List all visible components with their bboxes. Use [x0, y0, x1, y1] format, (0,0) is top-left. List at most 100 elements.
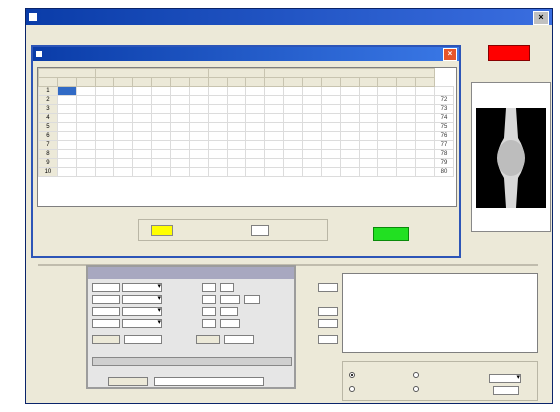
table-cell[interactable] — [113, 167, 134, 177]
table-cell[interactable] — [113, 140, 134, 150]
options-input[interactable] — [251, 225, 269, 236]
column-header[interactable] — [415, 77, 436, 87]
table-cell[interactable] — [320, 95, 341, 105]
table-cell[interactable] — [132, 131, 153, 141]
table-cell[interactable] — [207, 122, 228, 132]
table-cell[interactable] — [320, 131, 341, 141]
table-cell-code[interactable]: 75 — [434, 122, 454, 132]
table-cell-code[interactable]: 77 — [434, 140, 454, 150]
table-cell[interactable] — [302, 167, 322, 177]
table-cell[interactable] — [264, 149, 285, 159]
column-header[interactable] — [207, 77, 228, 87]
table-cell[interactable] — [264, 140, 285, 150]
table-cell[interactable] — [132, 95, 153, 105]
table-cell[interactable] — [151, 86, 172, 96]
table-cell[interactable] — [320, 86, 341, 96]
column-header[interactable] — [339, 77, 360, 87]
status-tag-yellow[interactable] — [151, 225, 173, 236]
column-header[interactable] — [396, 77, 417, 87]
table-cell[interactable] — [188, 86, 209, 96]
table-cell[interactable] — [226, 131, 247, 141]
column-header[interactable] — [302, 77, 322, 87]
table-cell[interactable] — [207, 104, 228, 114]
table-cell[interactable] — [396, 104, 417, 114]
table-cell[interactable] — [320, 104, 341, 114]
table-cell[interactable] — [264, 122, 285, 132]
table-cell[interactable] — [188, 122, 209, 132]
radio-option-4[interactable] — [413, 386, 421, 392]
table-cell[interactable] — [415, 131, 436, 141]
table-cell[interactable] — [396, 113, 417, 123]
table-cell[interactable] — [302, 140, 322, 150]
table-cell[interactable] — [415, 158, 436, 168]
notes-textarea[interactable] — [342, 273, 538, 353]
table-cell-code[interactable] — [434, 86, 454, 96]
table-cell[interactable] — [377, 149, 398, 159]
table-cell[interactable] — [245, 140, 266, 150]
table-cell[interactable] — [377, 158, 398, 168]
table-row[interactable]: 9 79 — [38, 158, 454, 168]
table-cell[interactable] — [113, 122, 134, 132]
form-button[interactable] — [92, 335, 120, 344]
table-cell[interactable] — [320, 113, 341, 123]
table-cell-code[interactable]: 80 — [434, 167, 454, 177]
table-cell-code[interactable]: 72 — [434, 95, 454, 105]
table-cell[interactable] — [264, 158, 285, 168]
table-cell[interactable] — [396, 122, 417, 132]
table-cell[interactable] — [207, 158, 228, 168]
table-cell[interactable] — [415, 95, 436, 105]
table-cell[interactable] — [132, 113, 153, 123]
table-cell[interactable] — [396, 140, 417, 150]
table-cell[interactable] — [75, 104, 96, 114]
table-row[interactable]: 5 75 — [38, 122, 454, 132]
table-cell[interactable] — [226, 113, 247, 123]
column-header[interactable] — [75, 77, 96, 87]
table-cell[interactable] — [226, 122, 247, 132]
table-cell[interactable] — [188, 158, 209, 168]
table-cell[interactable] — [132, 86, 153, 96]
column-header[interactable] — [377, 77, 398, 87]
form-combo[interactable] — [122, 295, 162, 304]
table-cell[interactable] — [339, 95, 360, 105]
table-cell[interactable] — [358, 158, 379, 168]
table-cell[interactable] — [358, 131, 379, 141]
table-cell[interactable] — [113, 95, 134, 105]
table-cell[interactable] — [75, 131, 96, 141]
table-cell[interactable] — [358, 167, 379, 177]
table-cell[interactable] — [132, 167, 153, 177]
table-cell[interactable] — [94, 140, 115, 150]
form-input[interactable] — [224, 335, 254, 344]
table-cell[interactable] — [283, 131, 304, 141]
table-cell[interactable] — [170, 140, 190, 150]
table-cell[interactable] — [283, 86, 304, 96]
table-cell[interactable] — [56, 131, 77, 141]
table-cell[interactable] — [320, 149, 341, 159]
table-cell[interactable] — [245, 149, 266, 159]
table-cell[interactable] — [132, 158, 153, 168]
table-cell[interactable] — [226, 158, 247, 168]
table-cell[interactable] — [226, 140, 247, 150]
table-row[interactable]: 7 77 — [38, 140, 454, 150]
table-cell[interactable] — [264, 167, 285, 177]
table-cell[interactable] — [113, 131, 134, 141]
table-cell[interactable] — [207, 95, 228, 105]
table-cell[interactable] — [188, 95, 209, 105]
table-cell[interactable] — [396, 95, 417, 105]
form-input[interactable] — [244, 295, 260, 304]
table-cell[interactable] — [377, 167, 398, 177]
table-cell[interactable] — [396, 158, 417, 168]
form-footer-input[interactable] — [154, 377, 264, 386]
table-cell[interactable] — [207, 113, 228, 123]
table-cell[interactable] — [207, 149, 228, 159]
form-side-box[interactable] — [318, 335, 338, 344]
table-cell[interactable] — [56, 167, 77, 177]
table-cell[interactable] — [396, 167, 417, 177]
table-cell[interactable] — [302, 149, 322, 159]
table-cell[interactable] — [132, 104, 153, 114]
table-cell[interactable] — [56, 86, 77, 96]
menu-bar[interactable] — [26, 25, 552, 37]
table-cell[interactable] — [113, 113, 134, 123]
table-cell[interactable] — [75, 113, 96, 123]
table-cell[interactable] — [339, 167, 360, 177]
column-header[interactable] — [113, 77, 134, 87]
